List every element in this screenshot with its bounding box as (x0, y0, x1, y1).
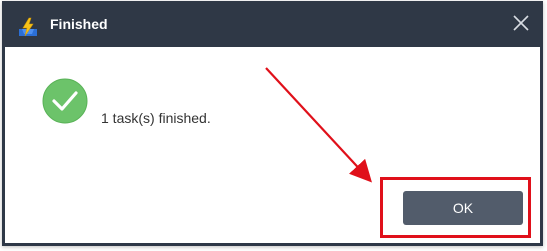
status-message: 1 task(s) finished. (101, 110, 211, 126)
close-icon[interactable] (509, 11, 533, 35)
dialog-title: Finished (50, 16, 108, 32)
lightning-app-icon (19, 17, 37, 37)
finished-dialog: Finished 1 task(s) finished. OK (2, 1, 543, 246)
dialog-body: 1 task(s) finished. OK (5, 47, 540, 243)
ok-button[interactable]: OK (403, 191, 523, 225)
check-circle-icon (42, 78, 88, 124)
title-bar: Finished (2, 1, 543, 47)
